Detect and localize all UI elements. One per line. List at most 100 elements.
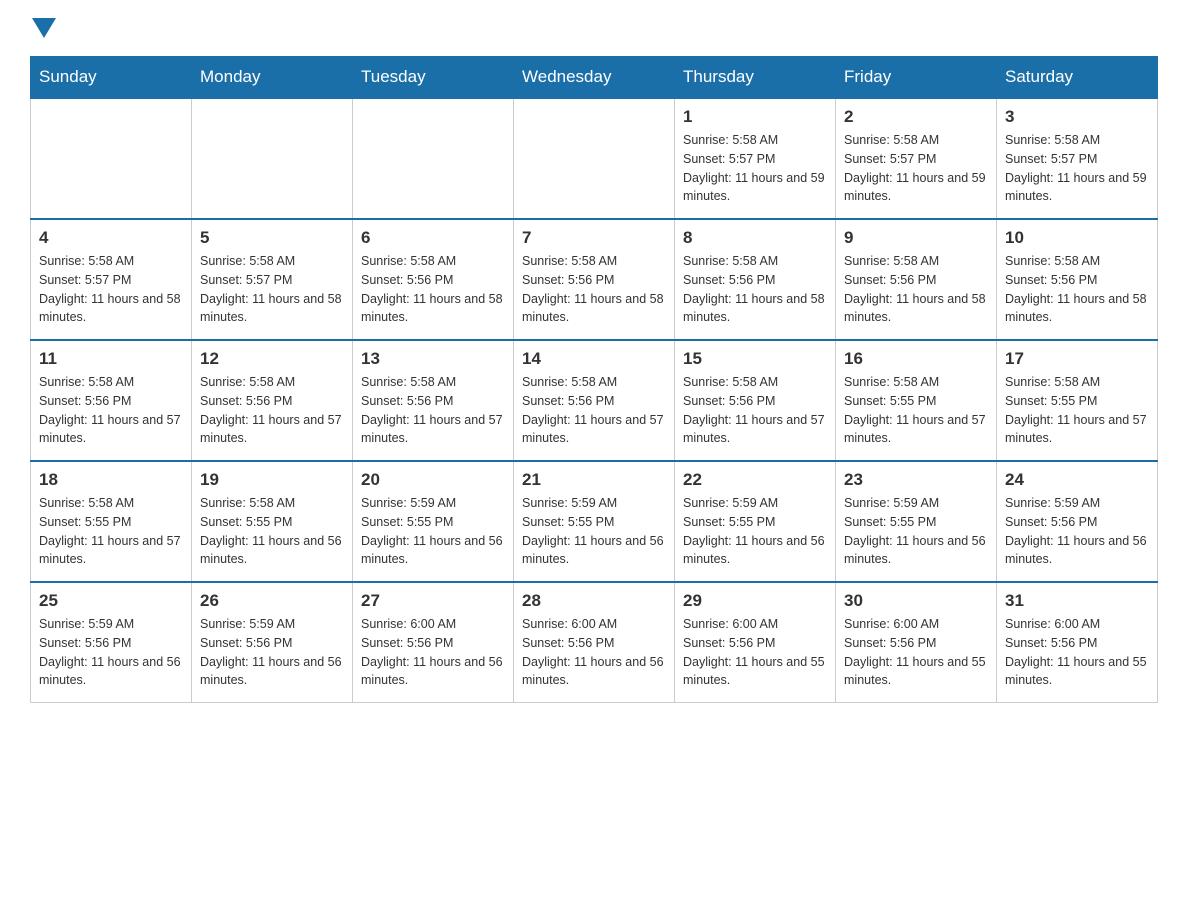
day-info: Sunrise: 6:00 AMSunset: 5:56 PMDaylight:… <box>1005 615 1149 690</box>
day-number: 31 <box>1005 591 1149 611</box>
calendar-cell: 5 Sunrise: 5:58 AMSunset: 5:57 PMDaylight… <box>192 219 353 340</box>
day-info: Sunrise: 5:59 AMSunset: 5:55 PMDaylight:… <box>361 494 505 569</box>
day-number: 6 <box>361 228 505 248</box>
calendar-cell: 27 Sunrise: 6:00 AMSunset: 5:56 PMDayligh… <box>353 582 514 703</box>
day-number: 30 <box>844 591 988 611</box>
day-number: 24 <box>1005 470 1149 490</box>
day-of-week-header: Wednesday <box>514 57 675 99</box>
day-number: 7 <box>522 228 666 248</box>
day-number: 9 <box>844 228 988 248</box>
day-number: 22 <box>683 470 827 490</box>
calendar-cell: 1 Sunrise: 5:58 AMSunset: 5:57 PMDaylight… <box>675 98 836 219</box>
calendar-cell <box>31 98 192 219</box>
day-info: Sunrise: 5:59 AMSunset: 5:55 PMDaylight:… <box>844 494 988 569</box>
calendar-cell: 11Sunrise: 5:58 AMSunset: 5:56 PMDayligh… <box>31 340 192 461</box>
day-number: 27 <box>361 591 505 611</box>
day-info: Sunrise: 5:58 AMSunset: 5:55 PMDaylight:… <box>39 494 183 569</box>
day-info: Sunrise: 5:58 AMSunset: 5:55 PMDaylight:… <box>200 494 344 569</box>
day-info: Sunrise: 5:58 AMSunset: 5:56 PMDaylight:… <box>683 252 827 327</box>
day-info: Sunrise: 5:58 AMSunset: 5:57 PMDaylight:… <box>683 131 827 206</box>
week-row: 1 Sunrise: 5:58 AMSunset: 5:57 PMDaylight… <box>31 98 1158 219</box>
calendar-cell: 13 Sunrise: 5:58 AMSunset: 5:56 PMDayligh… <box>353 340 514 461</box>
day-number: 28 <box>522 591 666 611</box>
day-number: 18 <box>39 470 183 490</box>
day-number: 25 <box>39 591 183 611</box>
day-info: Sunrise: 5:59 AMSunset: 5:55 PMDaylight:… <box>522 494 666 569</box>
day-number: 4 <box>39 228 183 248</box>
day-info: Sunrise: 5:58 AMSunset: 5:56 PMDaylight:… <box>844 252 988 327</box>
day-number: 17 <box>1005 349 1149 369</box>
calendar-cell: 18 Sunrise: 5:58 AMSunset: 5:55 PMDayligh… <box>31 461 192 582</box>
day-info: Sunrise: 5:58 AMSunset: 5:56 PMDaylight:… <box>522 252 666 327</box>
day-info: Sunrise: 5:58 AMSunset: 5:55 PMDaylight:… <box>844 373 988 448</box>
day-info: Sunrise: 5:59 AMSunset: 5:56 PMDaylight:… <box>1005 494 1149 569</box>
day-info: Sunrise: 6:00 AMSunset: 5:56 PMDaylight:… <box>522 615 666 690</box>
calendar-cell: 19 Sunrise: 5:58 AMSunset: 5:55 PMDayligh… <box>192 461 353 582</box>
day-info: Sunrise: 5:58 AMSunset: 5:56 PMDaylight:… <box>200 373 344 448</box>
logo <box>30 20 56 36</box>
day-number: 15 <box>683 349 827 369</box>
day-info: Sunrise: 5:58 AMSunset: 5:56 PMDaylight:… <box>361 252 505 327</box>
calendar-cell: 28 Sunrise: 6:00 AMSunset: 5:56 PMDayligh… <box>514 582 675 703</box>
calendar-cell: 16 Sunrise: 5:58 AMSunset: 5:55 PMDayligh… <box>836 340 997 461</box>
day-of-week-header: Saturday <box>997 57 1158 99</box>
day-number: 2 <box>844 107 988 127</box>
days-header-row: SundayMondayTuesdayWednesdayThursdayFrid… <box>31 57 1158 99</box>
day-number: 16 <box>844 349 988 369</box>
logo-triangle-icon <box>32 18 56 38</box>
calendar-cell: 24 Sunrise: 5:59 AMSunset: 5:56 PMDayligh… <box>997 461 1158 582</box>
calendar-cell <box>353 98 514 219</box>
day-number: 12 <box>200 349 344 369</box>
day-number: 21 <box>522 470 666 490</box>
day-info: Sunrise: 5:59 AMSunset: 5:56 PMDaylight:… <box>39 615 183 690</box>
day-number: 20 <box>361 470 505 490</box>
calendar-cell: 2Sunrise: 5:58 AMSunset: 5:57 PMDaylight… <box>836 98 997 219</box>
calendar-cell: 12 Sunrise: 5:58 AMSunset: 5:56 PMDayligh… <box>192 340 353 461</box>
calendar-table: SundayMondayTuesdayWednesdayThursdayFrid… <box>30 56 1158 703</box>
calendar-cell: 17 Sunrise: 5:58 AMSunset: 5:55 PMDayligh… <box>997 340 1158 461</box>
week-row: 4 Sunrise: 5:58 AMSunset: 5:57 PMDaylight… <box>31 219 1158 340</box>
day-number: 14 <box>522 349 666 369</box>
day-number: 11 <box>39 349 183 369</box>
day-number: 29 <box>683 591 827 611</box>
day-info: Sunrise: 5:59 AMSunset: 5:56 PMDaylight:… <box>200 615 344 690</box>
calendar-cell: 22Sunrise: 5:59 AMSunset: 5:55 PMDayligh… <box>675 461 836 582</box>
day-of-week-header: Sunday <box>31 57 192 99</box>
calendar-cell <box>192 98 353 219</box>
day-number: 26 <box>200 591 344 611</box>
day-info: Sunrise: 6:00 AMSunset: 5:56 PMDaylight:… <box>844 615 988 690</box>
day-number: 3 <box>1005 107 1149 127</box>
calendar-cell: 20 Sunrise: 5:59 AMSunset: 5:55 PMDayligh… <box>353 461 514 582</box>
day-info: Sunrise: 6:00 AMSunset: 5:56 PMDaylight:… <box>683 615 827 690</box>
day-number: 13 <box>361 349 505 369</box>
day-number: 1 <box>683 107 827 127</box>
day-info: Sunrise: 6:00 AMSunset: 5:56 PMDaylight:… <box>361 615 505 690</box>
day-number: 19 <box>200 470 344 490</box>
day-info: Sunrise: 5:58 AMSunset: 5:56 PMDaylight:… <box>683 373 827 448</box>
calendar-cell: 25 Sunrise: 5:59 AMSunset: 5:56 PMDayligh… <box>31 582 192 703</box>
day-info: Sunrise: 5:58 AMSunset: 5:55 PMDaylight:… <box>1005 373 1149 448</box>
calendar-cell: 29 Sunrise: 6:00 AMSunset: 5:56 PMDayligh… <box>675 582 836 703</box>
day-info: Sunrise: 5:58 AMSunset: 5:57 PMDaylight:… <box>1005 131 1149 206</box>
calendar-cell: 15 Sunrise: 5:58 AMSunset: 5:56 PMDayligh… <box>675 340 836 461</box>
day-info: Sunrise: 5:58 AMSunset: 5:57 PMDaylight:… <box>39 252 183 327</box>
day-info: Sunrise: 5:58 AMSunset: 5:57 PMDaylight:… <box>200 252 344 327</box>
day-info: Sunrise: 5:58 AMSunset: 5:56 PMDaylight:… <box>361 373 505 448</box>
week-row: 18 Sunrise: 5:58 AMSunset: 5:55 PMDayligh… <box>31 461 1158 582</box>
day-number: 5 <box>200 228 344 248</box>
calendar-cell: 31 Sunrise: 6:00 AMSunset: 5:56 PMDayligh… <box>997 582 1158 703</box>
calendar-cell: 6 Sunrise: 5:58 AMSunset: 5:56 PMDaylight… <box>353 219 514 340</box>
calendar-cell: 3 Sunrise: 5:58 AMSunset: 5:57 PMDaylight… <box>997 98 1158 219</box>
calendar-cell: 23 Sunrise: 5:59 AMSunset: 5:55 PMDayligh… <box>836 461 997 582</box>
calendar-cell: 9 Sunrise: 5:58 AMSunset: 5:56 PMDaylight… <box>836 219 997 340</box>
day-of-week-header: Friday <box>836 57 997 99</box>
calendar-cell: 21 Sunrise: 5:59 AMSunset: 5:55 PMDayligh… <box>514 461 675 582</box>
calendar-cell: 26 Sunrise: 5:59 AMSunset: 5:56 PMDayligh… <box>192 582 353 703</box>
day-number: 23 <box>844 470 988 490</box>
day-of-week-header: Monday <box>192 57 353 99</box>
calendar-cell: 30 Sunrise: 6:00 AMSunset: 5:56 PMDayligh… <box>836 582 997 703</box>
calendar-cell: 4 Sunrise: 5:58 AMSunset: 5:57 PMDaylight… <box>31 219 192 340</box>
week-row: 11 Sunrise: 5:58 AMSunset: 5:56 PMDayligh… <box>31 340 1158 461</box>
calendar-cell: 8Sunrise: 5:58 AMSunset: 5:56 PMDaylight… <box>675 219 836 340</box>
calendar-cell: 10Sunrise: 5:58 AMSunset: 5:56 PMDayligh… <box>997 219 1158 340</box>
